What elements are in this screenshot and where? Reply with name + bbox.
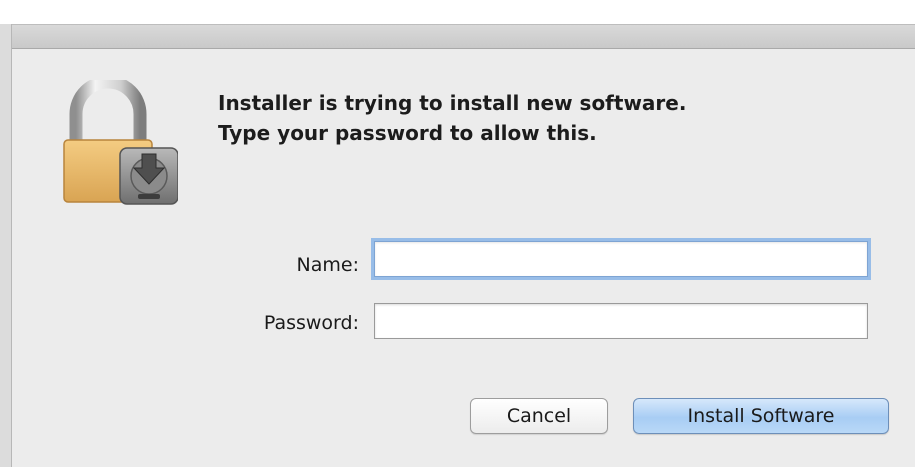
password-input[interactable] bbox=[374, 303, 868, 339]
window-left-edge bbox=[0, 24, 12, 467]
message-line-2: Type your password to allow this. bbox=[218, 121, 597, 145]
message-line-1: Installer is trying to install new softw… bbox=[218, 91, 687, 115]
install-software-button[interactable]: Install Software bbox=[633, 398, 889, 434]
password-label: Password: bbox=[263, 312, 359, 334]
name-input[interactable] bbox=[374, 241, 868, 277]
lock-installer-icon bbox=[63, 80, 178, 205]
window-titlebar[interactable] bbox=[0, 0, 915, 49]
name-label: Name: bbox=[296, 254, 359, 276]
dialog-message: Installer is trying to install new softw… bbox=[218, 88, 878, 148]
titlebar-bar bbox=[0, 24, 915, 48]
cancel-button[interactable]: Cancel bbox=[470, 398, 608, 434]
window-top-background bbox=[0, 0, 915, 24]
